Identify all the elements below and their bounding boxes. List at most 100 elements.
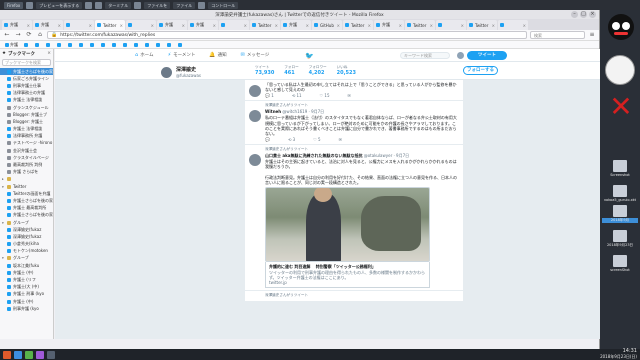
browser-tab[interactable]: × [436, 20, 466, 30]
bookmark-item[interactable]: 刑事弁護 (kyo [0, 305, 53, 312]
profile-avatar[interactable] [160, 66, 173, 79]
tab-close-icon[interactable]: × [430, 23, 433, 28]
bookmark-item[interactable]: 弁護士(大 (中) [0, 284, 53, 291]
bookmark-item[interactable]: 坂本江美(fuku [0, 262, 53, 269]
panel-app-icon[interactable] [198, 1, 206, 9]
sidebar-title[interactable]: ブックマーク [8, 51, 35, 57]
tab-close-icon[interactable]: × [182, 23, 185, 28]
tweet[interactable]: 深澤諭史さんがリツイート 山口貴士 aka無駄に洗練された無駄のない無駄な抵抗 … [245, 145, 463, 292]
bookmark-bar-item[interactable] [88, 42, 97, 47]
bookmark-bar-item[interactable] [143, 42, 152, 47]
bookmark-item[interactable]: グランスケジュール [0, 104, 53, 111]
tweet[interactable]: 「思っている私は人生最初の申し立てはそれは上で「思うことができる」と思っている人… [245, 80, 463, 102]
tab-close-icon[interactable]: × [120, 23, 123, 28]
panel-task-button[interactable]: コントロール [208, 1, 239, 9]
like-button[interactable]: ♡ 5 [313, 137, 320, 142]
bookmark-item[interactable]: 法律事務士の弁護 [0, 90, 53, 97]
bookmark-bar-item[interactable] [154, 42, 163, 47]
bookmark-item[interactable]: 弁護士 法律相談 [0, 97, 53, 104]
bookmark-bar-item[interactable] [22, 42, 31, 47]
reply-button[interactable]: 💬 [265, 137, 270, 142]
tab-close-icon[interactable]: × [523, 23, 526, 28]
desktop-file[interactable]: 2018年9月23日 [602, 230, 638, 248]
panel-task-button[interactable]: プレビューを表示する [36, 1, 83, 9]
bookmark-bar-item[interactable] [121, 42, 130, 47]
back-button[interactable]: ← [3, 31, 11, 39]
bookmark-item[interactable]: 弁護士 (リフ [0, 276, 53, 283]
tab-close-icon[interactable]: × [213, 23, 216, 28]
profile-stat[interactable]: いいね 20,523 [337, 65, 356, 76]
twitter-search-input[interactable]: キーワード検索 [400, 52, 450, 59]
bookmark-bar-item[interactable] [165, 42, 174, 47]
browser-tab[interactable]: 弁護 × [2, 20, 32, 30]
bookmark-item[interactable]: 小倉秀夫(kiha [0, 241, 53, 248]
bookmark-bar-item[interactable] [77, 42, 86, 47]
bookmark-item[interactable]: 弁護士 刑事 (kyo [0, 291, 53, 298]
panel-task-button[interactable]: Firefox [4, 1, 24, 9]
retweet-button[interactable]: ⟲ 3 [288, 137, 295, 142]
reply-button[interactable]: 💬 1 [265, 93, 274, 98]
twitter-bird-icon[interactable]: 🐦 [305, 52, 314, 60]
browser-tab[interactable]: 弁護 × [157, 20, 187, 30]
desktop-file[interactable]: screenShot [602, 255, 638, 272]
tweet-author[interactable]: 山口貴士 aka無駄に洗練された無駄のない無駄な抵抗 [265, 153, 362, 158]
bookmark-bar-item[interactable] [110, 42, 119, 47]
sidebar-search-input[interactable]: ブックマークを検索 [2, 59, 51, 66]
desktop-file[interactable]: Screenshot [602, 160, 638, 177]
browser-tab[interactable]: Twitter × [250, 20, 280, 30]
bookmark-item[interactable]: テストページ -hirono [0, 140, 53, 147]
bookmark-item[interactable]: 弁護士 (中) [0, 269, 53, 276]
browser-tab[interactable]: GitHub × [312, 20, 342, 30]
menu-launcher-icon[interactable] [3, 350, 11, 359]
bookmark-item[interactable]: 最高裁判所 判例 [0, 161, 53, 168]
bookmark-item[interactable]: 弁護士さらばを後の家 [0, 68, 53, 76]
bookmark-item[interactable]: Blogger: 弁護士ブ [0, 111, 53, 118]
like-button[interactable]: ♡ 15 [320, 93, 330, 98]
red-x-icon[interactable]: ✕ [606, 92, 636, 122]
browser-tab[interactable]: × [219, 20, 249, 30]
tab-close-icon[interactable]: × [337, 23, 340, 28]
panel-task-button[interactable]: ファイルを [144, 1, 171, 9]
minimize-button[interactable]: – [571, 11, 578, 18]
tab-close-icon[interactable]: × [89, 23, 92, 28]
follow-button[interactable]: フォローする [463, 66, 498, 75]
bookmark-item[interactable]: ▾ グループ [0, 255, 53, 262]
message-button[interactable]: ✉ [339, 137, 342, 142]
bookmark-bar-item[interactable] [55, 42, 64, 47]
tweet-media-image[interactable] [265, 187, 430, 263]
browser-tab[interactable]: 弁護 × [33, 20, 63, 30]
clock-widget-icon[interactable] [605, 55, 635, 85]
bookmark-bar-item[interactable] [99, 42, 108, 47]
close-window-button[interactable]: × [589, 11, 596, 18]
bookmark-item[interactable]: 刑事弁護士仕事 [0, 82, 53, 89]
avatar[interactable] [457, 52, 464, 59]
panel-app-icon[interactable] [95, 1, 103, 9]
folder-twisty-icon[interactable]: ▾ [2, 221, 5, 225]
app-icon[interactable] [47, 350, 55, 359]
bookmark-item[interactable]: 深澤諭史(fukaz [0, 226, 53, 233]
browser-tab[interactable]: 弁護 × [188, 20, 218, 30]
tweet[interactable]: 深澤諭史さんがリツイート Witneh @witch1619 · 9月7日 私の… [245, 101, 463, 146]
search-input[interactable]: 検索 [530, 31, 585, 39]
browser-tab[interactable]: 弁護 × [374, 20, 404, 30]
panel-task-button[interactable]: ターミナル [105, 1, 132, 9]
maximize-button[interactable]: □ [580, 11, 587, 18]
browser-tab[interactable]: Twitter × [95, 20, 125, 30]
nav-mail[interactable]: ✉ メッセージ [241, 52, 270, 58]
bookmark-item[interactable]: 伝家ごろ弁護ライン [0, 75, 53, 82]
browser-tab[interactable]: × [498, 20, 528, 30]
bookmark-item[interactable]: ▾ グループ [0, 219, 53, 226]
bookmark-item[interactable]: 法律事務所 弁護 [0, 133, 53, 140]
menu-button[interactable]: ≡ [588, 31, 596, 39]
bookmark-item[interactable]: 弁護士さらばを後の家 [0, 212, 53, 219]
bookmark-bar-item[interactable] [132, 42, 141, 47]
folder-twisty-icon[interactable]: ▾ [2, 185, 5, 189]
tab-close-icon[interactable]: × [151, 23, 154, 28]
bookmark-item[interactable]: クラスタイルページ [0, 154, 53, 161]
bookmark-bar-item[interactable] [33, 42, 42, 47]
tab-close-icon[interactable]: × [306, 23, 309, 28]
folder-twisty-icon[interactable]: ▸ [2, 177, 5, 181]
bookmark-bar-item[interactable] [44, 42, 53, 47]
desktop-file[interactable]: 2018年9月 [602, 205, 638, 223]
terminal-icon[interactable] [25, 350, 33, 359]
